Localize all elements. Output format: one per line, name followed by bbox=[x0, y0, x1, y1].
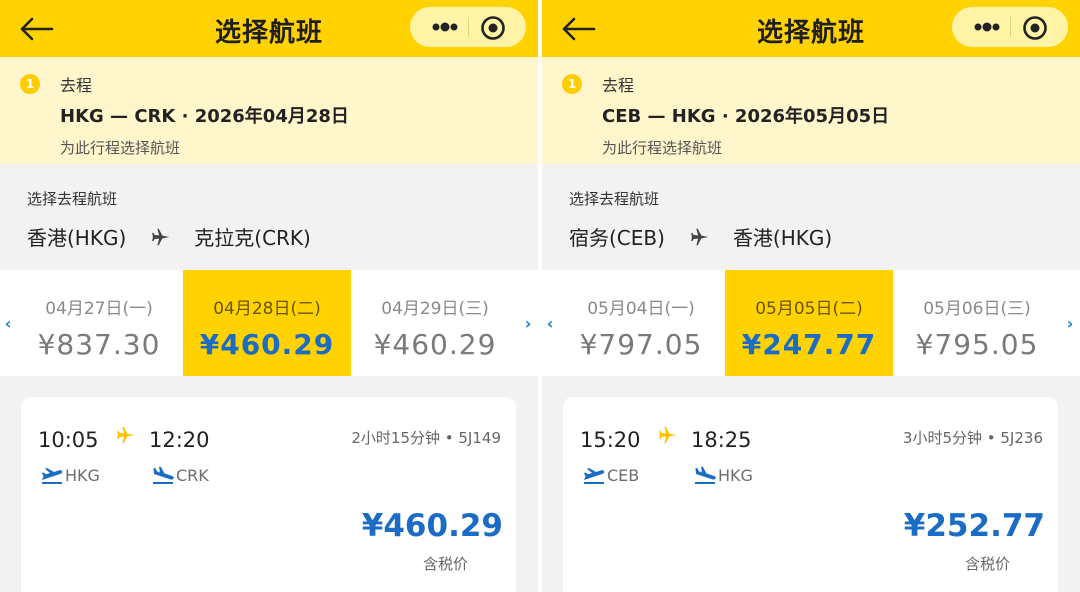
chevron-left-icon[interactable]: ‹ bbox=[542, 270, 558, 376]
route-line: 宿务(CEB) 香港(HKG) bbox=[569, 222, 832, 251]
arrival-code: HKG bbox=[718, 465, 753, 485]
trip-subtitle: 为此行程选择航班 bbox=[602, 139, 723, 157]
route-section: 选择去程航班 香港(HKG) 克拉克(CRK) bbox=[0, 164, 538, 270]
date-selector: ‹ 04月27日(一) ¥837.30 04月28日(二) ¥460.29 04… bbox=[0, 270, 538, 376]
flight-select-screen-2: 选择航班 1 去程 CEB — HKG · 2026年05月05日 为此行程选择… bbox=[542, 0, 1080, 592]
trip-type: 去程 bbox=[602, 76, 635, 95]
date-price: ¥795.05 bbox=[915, 328, 1039, 361]
flight-card[interactable]: 10:05 12:20 2小时15分钟 • 5J149 HKG CRK ¥460… bbox=[21, 397, 516, 592]
flight-duration: 2小时15分钟 • 5J149 bbox=[351, 429, 501, 447]
date-option[interactable]: 04月29日(三) ¥460.29 bbox=[351, 270, 519, 376]
date-price: ¥247.77 bbox=[741, 328, 877, 361]
date-label: 05月06日(三) bbox=[923, 299, 1031, 319]
nav-header: 选择航班 bbox=[542, 0, 1080, 57]
takeoff-icon bbox=[42, 468, 63, 484]
more-dots-icon[interactable] bbox=[422, 7, 468, 47]
airplane-icon bbox=[691, 228, 709, 245]
step-badge: 1 bbox=[562, 74, 582, 94]
takeoff-icon bbox=[584, 468, 605, 484]
trip-route: HKG — CRK · 2026年04月28日 bbox=[60, 106, 349, 127]
date-label: 04月27日(一) bbox=[45, 299, 153, 319]
airplane-icon bbox=[152, 228, 170, 245]
date-option[interactable]: 05月06日(三) ¥795.05 bbox=[893, 270, 1061, 376]
route-label: 选择去程航班 bbox=[27, 190, 118, 208]
origin-city: 宿务(CEB) bbox=[569, 226, 665, 250]
landing-icon bbox=[153, 466, 174, 484]
target-icon[interactable] bbox=[1022, 15, 1048, 41]
date-label: 05月04日(一) bbox=[587, 299, 695, 319]
origin-city: 香港(HKG) bbox=[27, 226, 127, 250]
date-price: ¥797.05 bbox=[579, 328, 703, 361]
chevron-left-icon[interactable]: ‹ bbox=[0, 270, 16, 376]
route-section: 选择去程航班 宿务(CEB) 香港(HKG) bbox=[542, 164, 1080, 270]
date-price: ¥460.29 bbox=[373, 328, 497, 361]
airplane-icon bbox=[117, 426, 135, 444]
price-note: 含税价 bbox=[422, 555, 468, 573]
chevron-right-icon[interactable]: › bbox=[1062, 270, 1078, 376]
trip-route: CEB — HKG · 2026年05月05日 bbox=[602, 106, 890, 127]
departure-time: 15:20 bbox=[580, 428, 641, 452]
landing-icon bbox=[695, 466, 716, 484]
flight-price: ¥460.29 bbox=[361, 508, 503, 544]
route-line: 香港(HKG) 克拉克(CRK) bbox=[27, 222, 311, 251]
price-note: 含税价 bbox=[964, 555, 1010, 573]
flight-price: ¥252.77 bbox=[903, 508, 1045, 544]
date-label: 05月05日(二) bbox=[755, 299, 863, 319]
date-option-selected[interactable]: 04月28日(二) ¥460.29 bbox=[183, 270, 351, 376]
date-option[interactable]: 04月27日(一) ¥837.30 bbox=[15, 270, 183, 376]
mini-program-capsule bbox=[410, 7, 526, 47]
nav-header: 选择航班 bbox=[0, 0, 538, 57]
date-selector: ‹ 05月04日(一) ¥797.05 05月05日(二) ¥247.77 05… bbox=[542, 270, 1080, 376]
trip-type: 去程 bbox=[60, 76, 93, 95]
arrival-airport: CRK bbox=[151, 465, 209, 485]
trip-info: 1 去程 HKG — CRK · 2026年04月28日 为此行程选择航班 bbox=[0, 57, 538, 164]
step-badge: 1 bbox=[20, 74, 40, 94]
airplane-icon bbox=[659, 426, 677, 444]
arrival-time: 12:20 bbox=[149, 428, 210, 452]
arrival-airport: HKG bbox=[693, 465, 753, 485]
departure-code: CEB bbox=[607, 465, 640, 485]
more-dots-icon[interactable] bbox=[964, 7, 1010, 47]
trip-subtitle: 为此行程选择航班 bbox=[60, 139, 181, 157]
date-label: 04月28日(二) bbox=[213, 299, 321, 319]
date-price: ¥460.29 bbox=[199, 328, 335, 361]
date-label: 04月29日(三) bbox=[381, 299, 489, 319]
chevron-right-icon[interactable]: › bbox=[520, 270, 536, 376]
trip-info: 1 去程 CEB — HKG · 2026年05月05日 为此行程选择航班 bbox=[542, 57, 1080, 164]
mini-program-capsule bbox=[952, 7, 1068, 47]
departure-time: 10:05 bbox=[38, 428, 99, 452]
destination-city: 克拉克(CRK) bbox=[194, 226, 311, 250]
route-label: 选择去程航班 bbox=[569, 190, 660, 208]
flight-card[interactable]: 15:20 18:25 3小时5分钟 • 5J236 CEB HKG ¥252.… bbox=[563, 397, 1058, 592]
capsule-divider bbox=[468, 17, 469, 37]
flight-duration: 3小时5分钟 • 5J236 bbox=[902, 429, 1043, 447]
date-option-selected[interactable]: 05月05日(二) ¥247.77 bbox=[725, 270, 893, 376]
arrival-time: 18:25 bbox=[691, 428, 752, 452]
departure-code: HKG bbox=[65, 465, 100, 485]
departure-airport: HKG bbox=[40, 465, 100, 485]
date-option[interactable]: 05月04日(一) ¥797.05 bbox=[557, 270, 725, 376]
capsule-divider bbox=[1010, 17, 1011, 37]
destination-city: 香港(HKG) bbox=[732, 226, 833, 250]
arrival-code: CRK bbox=[176, 465, 209, 485]
target-icon[interactable] bbox=[480, 15, 506, 41]
date-price: ¥837.30 bbox=[37, 328, 161, 361]
flight-select-screen-1: 选择航班 1 去程 HKG — CRK · 2026年04月28日 为此行程选择… bbox=[0, 0, 538, 592]
departure-airport: CEB bbox=[582, 465, 639, 485]
